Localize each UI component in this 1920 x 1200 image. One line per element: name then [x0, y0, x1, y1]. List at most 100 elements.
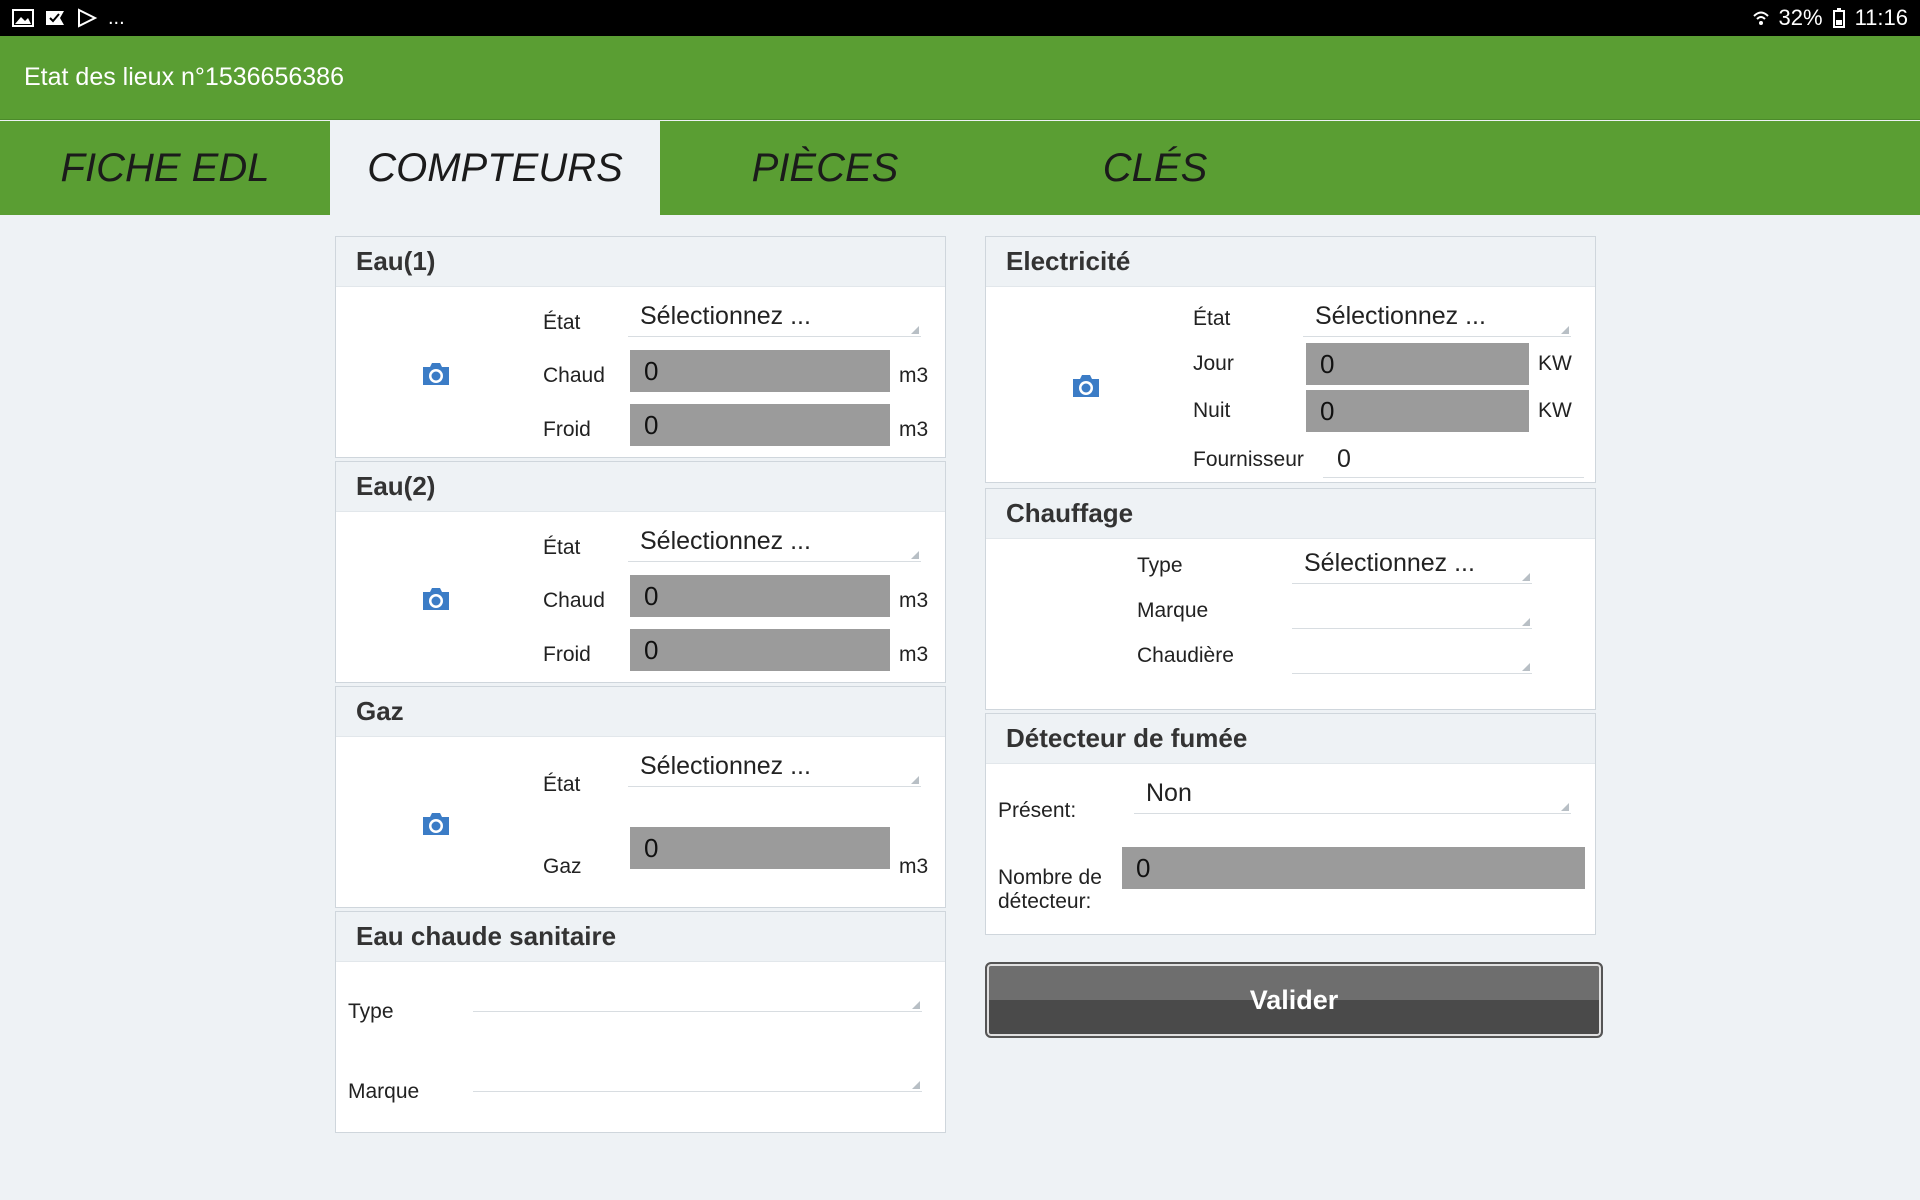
panel-title: Eau(2) [336, 462, 945, 512]
froid-input[interactable]: 0 [630, 629, 890, 671]
wifi-icon [1752, 11, 1769, 25]
etat-label: État [543, 773, 581, 796]
nuit-unit: KW [1538, 399, 1572, 422]
type-label: Type [348, 1000, 394, 1023]
status-bar: ... 32% 11:16 [0, 0, 1920, 36]
panel-electricite: Electricité État Sélectionnez ... Jour 0… [985, 236, 1596, 483]
dropdown-corner-icon [1561, 326, 1569, 334]
marque-label: Marque [348, 1080, 420, 1103]
tab-fiche-edl[interactable]: FICHE EDL [0, 121, 330, 215]
gaz-unit: m3 [899, 855, 929, 878]
panel-title: Gaz [336, 687, 945, 737]
camera-icon[interactable] [420, 586, 452, 612]
type-select[interactable] [473, 972, 922, 1012]
marque-select[interactable] [473, 1052, 922, 1092]
panel-title: Eau(1) [336, 237, 945, 287]
gaz-input[interactable]: 0 [630, 827, 890, 869]
dropdown-corner-icon [1561, 803, 1569, 811]
dropdown-corner-icon [911, 551, 919, 559]
marque-select[interactable] [1292, 589, 1532, 629]
present-select-value: Non [1146, 779, 1192, 807]
panel-gaz: Gaz État Sélectionnez ... Gaz 0 m3 [335, 686, 946, 908]
chaud-label: Chaud [543, 364, 605, 387]
fournisseur-label: Fournisseur [1193, 448, 1304, 471]
valider-button[interactable]: Valider [985, 962, 1603, 1038]
dropdown-corner-icon [911, 776, 919, 784]
chaudiere-label: Chaudière [1137, 644, 1234, 667]
clock: 11:16 [1854, 5, 1908, 30]
dropdown-corner-icon [1522, 573, 1530, 581]
check-flag-icon [46, 11, 64, 25]
etat-select[interactable]: Sélectionnez ... [1303, 297, 1571, 337]
chaud-label: Chaud [543, 589, 605, 612]
type-select-value: Sélectionnez ... [1304, 549, 1475, 577]
gaz-label: Gaz [543, 855, 582, 878]
camera-icon[interactable] [420, 811, 452, 837]
etat-select[interactable]: Sélectionnez ... [628, 747, 921, 787]
dropdown-corner-icon [1522, 663, 1530, 671]
chaud-unit: m3 [899, 589, 929, 612]
panel-eau1: Eau(1) État Sélectionnez ... Chaud 0 m3 … [335, 236, 946, 458]
jour-unit: KW [1538, 352, 1572, 375]
chaud-input[interactable]: 0 [630, 350, 890, 392]
etat-select-value: Sélectionnez ... [640, 527, 811, 555]
present-label: Présent: [998, 799, 1077, 822]
etat-select[interactable]: Sélectionnez ... [628, 522, 921, 562]
status-bar-right: 32% 11:16 [1752, 5, 1908, 31]
more-notifications: ... [108, 7, 125, 29]
etat-select[interactable]: Sélectionnez ... [628, 297, 921, 337]
type-select[interactable]: Sélectionnez ... [1292, 544, 1532, 584]
present-select[interactable]: Non [1134, 774, 1571, 814]
marque-label: Marque [1137, 599, 1209, 622]
camera-icon[interactable] [1070, 373, 1102, 399]
etat-label: État [543, 536, 581, 559]
froid-label: Froid [543, 643, 591, 666]
etat-label: État [543, 311, 581, 334]
image-icon [12, 9, 34, 27]
panel-title: Chauffage [986, 489, 1595, 539]
nombre-label-line2: détecteur: [998, 890, 1092, 913]
camera-icon[interactable] [420, 361, 452, 387]
panel-title: Détecteur de fumée [986, 714, 1595, 764]
etat-select-value: Sélectionnez ... [640, 302, 811, 330]
panel-chauffage: Chauffage Type Sélectionnez ... Marque C… [985, 488, 1596, 710]
tab-pieces[interactable]: PIÈCES [660, 121, 990, 215]
dropdown-corner-icon [912, 1081, 920, 1089]
type-label: Type [1137, 554, 1183, 577]
chaud-unit: m3 [899, 364, 929, 387]
panel-detecteur-fumee: Détecteur de fumée Présent: Non Nombre d… [985, 713, 1596, 935]
battery-icon [1832, 8, 1845, 28]
fournisseur-input[interactable]: 0 [1323, 442, 1584, 478]
panel-title: Electricité [986, 237, 1595, 287]
nuit-label: Nuit [1193, 399, 1231, 422]
panel-eau-chaude-sanitaire: Eau chaude sanitaire Type Marque [335, 911, 946, 1133]
chaudiere-select[interactable] [1292, 634, 1532, 674]
dropdown-corner-icon [1522, 618, 1530, 626]
dropdown-corner-icon [912, 1001, 920, 1009]
jour-label: Jour [1193, 352, 1234, 375]
chaud-input[interactable]: 0 [630, 575, 890, 617]
nombre-label: Nombre de détecteur: [998, 866, 1102, 914]
battery-percent: 32% [1778, 5, 1823, 30]
jour-input[interactable]: 0 [1306, 343, 1529, 385]
tab-cles[interactable]: CLÉS [990, 121, 1320, 215]
nombre-input[interactable]: 0 [1122, 847, 1585, 889]
tab-bar: FICHE EDL COMPTEURS PIÈCES CLÉS [0, 121, 1920, 215]
panel-eau2: Eau(2) État Sélectionnez ... Chaud 0 m3 … [335, 461, 946, 683]
status-bar-left: ... [12, 8, 125, 28]
dropdown-corner-icon [911, 326, 919, 334]
etat-label: État [1193, 307, 1231, 330]
panel-title: Eau chaude sanitaire [336, 912, 945, 962]
nuit-input[interactable]: 0 [1306, 390, 1529, 432]
app-bar: Etat des lieux n°1536656386 [0, 36, 1920, 120]
tab-compteurs[interactable]: COMPTEURS [330, 121, 660, 215]
etat-select-value: Sélectionnez ... [1315, 302, 1486, 330]
etat-select-value: Sélectionnez ... [640, 752, 811, 780]
play-store-icon [78, 8, 98, 28]
froid-unit: m3 [899, 643, 929, 666]
froid-unit: m3 [899, 418, 929, 441]
page-title: Etat des lieux n°1536656386 [24, 63, 344, 91]
froid-input[interactable]: 0 [630, 404, 890, 446]
nombre-label-line1: Nombre de [998, 866, 1102, 889]
froid-label: Froid [543, 418, 591, 441]
